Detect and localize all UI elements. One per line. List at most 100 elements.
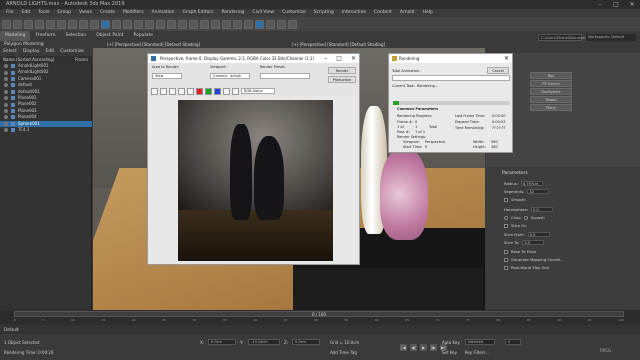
menu-scripting[interactable]: Scripting: [310, 9, 338, 17]
gen-mapping-checkbox[interactable]: [504, 257, 508, 262]
name-column-header[interactable]: Name (Sorted Ascending): [3, 56, 54, 63]
blue-channel-icon[interactable]: [214, 87, 221, 95]
workspaces-dropdown[interactable]: Workspaces: Default: [586, 34, 636, 41]
tab-populate[interactable]: Populate: [129, 31, 159, 41]
undo-icon[interactable]: [2, 19, 11, 29]
render-setup-icon[interactable]: [266, 19, 275, 29]
viewport-dropdown[interactable]: Camera - active: [210, 73, 250, 79]
align-icon[interactable]: [211, 19, 220, 29]
auto-key-button[interactable]: Auto Key: [442, 340, 460, 345]
render-preset-dropdown[interactable]: [260, 73, 310, 79]
region-icon[interactable]: [79, 19, 88, 29]
material-editor-icon[interactable]: [255, 19, 264, 29]
menu-content[interactable]: Content: [370, 9, 396, 17]
pivot-icon[interactable]: [145, 19, 154, 29]
select-by-name-icon[interactable]: [68, 19, 77, 29]
menu-tools[interactable]: Tools: [34, 9, 53, 17]
save-image-icon[interactable]: [151, 87, 158, 95]
menu-graph-editors[interactable]: Graph Editors: [179, 9, 218, 17]
place-icon[interactable]: [134, 19, 143, 29]
fb-close-icon[interactable]: ✕: [351, 54, 356, 63]
visibility-eye-icon[interactable]: [4, 121, 8, 126]
menu-views[interactable]: Views: [75, 9, 96, 17]
menu-rendering[interactable]: Rendering: [217, 9, 248, 17]
visibility-eye-icon[interactable]: [4, 76, 8, 81]
segments-input[interactable]: 32: [527, 189, 550, 194]
menu-arnold[interactable]: Arnold: [396, 9, 419, 17]
render-icon[interactable]: [288, 19, 297, 29]
menu-modifiers[interactable]: Modifiers: [119, 9, 148, 17]
hemisphere-input[interactable]: 0.0: [531, 207, 554, 212]
snap-icon[interactable]: [156, 19, 165, 29]
squash-radio[interactable]: [523, 215, 528, 220]
fb-minimize-icon[interactable]: –: [324, 54, 327, 63]
menu-interactive[interactable]: Interactive: [338, 9, 370, 17]
current-frame-field[interactable]: 0: [505, 339, 521, 345]
link-icon[interactable]: [24, 19, 33, 29]
schematic-icon[interactable]: [244, 19, 253, 29]
tab-freeform[interactable]: Freeform: [30, 31, 60, 41]
green-channel-icon[interactable]: [205, 87, 212, 95]
common-params-header[interactable]: Common Parameters: [397, 107, 438, 111]
project-path-field[interactable]: C:\Users\Shahid\Documents\3dsMax: [538, 34, 605, 41]
select-icon[interactable]: [57, 19, 66, 29]
viewport-label-left[interactable]: [+] [Perspective] [Standard] [Default Sh…: [93, 41, 293, 48]
channel-dropdown[interactable]: RGB Alpha: [241, 88, 275, 94]
tab-modeling[interactable]: Modeling: [0, 31, 31, 41]
visibility-eye-icon[interactable]: [4, 83, 8, 88]
menu-create[interactable]: Create: [96, 9, 119, 17]
goto-start-icon[interactable]: |◀: [400, 344, 407, 351]
area-to-render-dropdown[interactable]: View: [152, 73, 182, 79]
visibility-eye-icon[interactable]: [4, 115, 8, 120]
radius-input[interactable]: 6.797cm: [521, 181, 544, 186]
play-icon[interactable]: ▶: [420, 344, 427, 351]
box-button[interactable]: Box: [530, 72, 572, 79]
visibility-eye-icon[interactable]: [4, 70, 8, 75]
cancel-button[interactable]: Cancel: [487, 67, 509, 74]
tab-selection[interactable]: Selection: [61, 31, 92, 41]
bind-icon[interactable]: [46, 19, 55, 29]
curve-editor-icon[interactable]: [233, 19, 242, 29]
move-icon[interactable]: [101, 19, 110, 29]
selected-key-dropdown[interactable]: Selected: [465, 339, 495, 345]
scene-tab-display[interactable]: Display: [20, 48, 43, 56]
close-icon[interactable]: ✕: [626, 0, 638, 9]
scene-tab-edit[interactable]: Edit: [42, 48, 57, 56]
menu-edit[interactable]: Edit: [18, 9, 35, 17]
y-coordinate-field[interactable]: -13.14cm: [248, 339, 280, 345]
pf-source-button[interactable]: PF Source: [530, 80, 572, 87]
base-to-pivot-checkbox[interactable]: [504, 249, 508, 254]
floral-vase[interactable]: [380, 148, 428, 240]
redo-icon[interactable]: [13, 19, 22, 29]
menu-file[interactable]: File: [2, 9, 18, 17]
smooth-checkbox[interactable]: [504, 197, 508, 202]
scene-list-item[interactable]: TC4.1: [0, 127, 92, 133]
plane-button[interactable]: Plane: [530, 104, 572, 111]
real-world-checkbox[interactable]: [504, 265, 508, 270]
production-button[interactable]: Production: [328, 76, 356, 83]
mirror-icon[interactable]: [200, 19, 209, 29]
monochrome-icon[interactable]: [232, 87, 239, 95]
key-filters-button[interactable]: Key Filters...: [465, 350, 489, 355]
frozen-column-header[interactable]: Frozen: [75, 56, 88, 63]
menu-animation[interactable]: Animation: [148, 9, 179, 17]
minimize-icon[interactable]: –: [594, 0, 606, 9]
set-key-button[interactable]: Set Key: [442, 350, 457, 355]
slice-to-input[interactable]: 0.0: [522, 240, 545, 245]
parameters-title[interactable]: Parameters: [502, 171, 528, 176]
slice-on-checkbox[interactable]: [504, 223, 508, 228]
render-frame-icon[interactable]: [277, 19, 286, 29]
time-slider[interactable]: 0 / 100: [14, 311, 624, 317]
x-coordinate-field[interactable]: 0.0cm: [208, 339, 236, 345]
scene-list-header[interactable]: Name (Sorted Ascending) Frozen: [0, 56, 92, 63]
visibility-eye-icon[interactable]: [4, 64, 8, 69]
clear-icon[interactable]: [187, 87, 194, 95]
unlink-icon[interactable]: [35, 19, 44, 29]
slice-from-input[interactable]: 0.0: [527, 232, 550, 237]
geosphere-button[interactable]: GeoSphere: [530, 88, 572, 95]
tab-object-paint[interactable]: Object Paint: [91, 31, 128, 41]
menu-group[interactable]: Group: [53, 9, 75, 17]
clone-window-icon[interactable]: [169, 87, 176, 95]
rendered-image[interactable]: [178, 100, 333, 261]
menu-civil-view[interactable]: Civil View: [248, 9, 278, 17]
